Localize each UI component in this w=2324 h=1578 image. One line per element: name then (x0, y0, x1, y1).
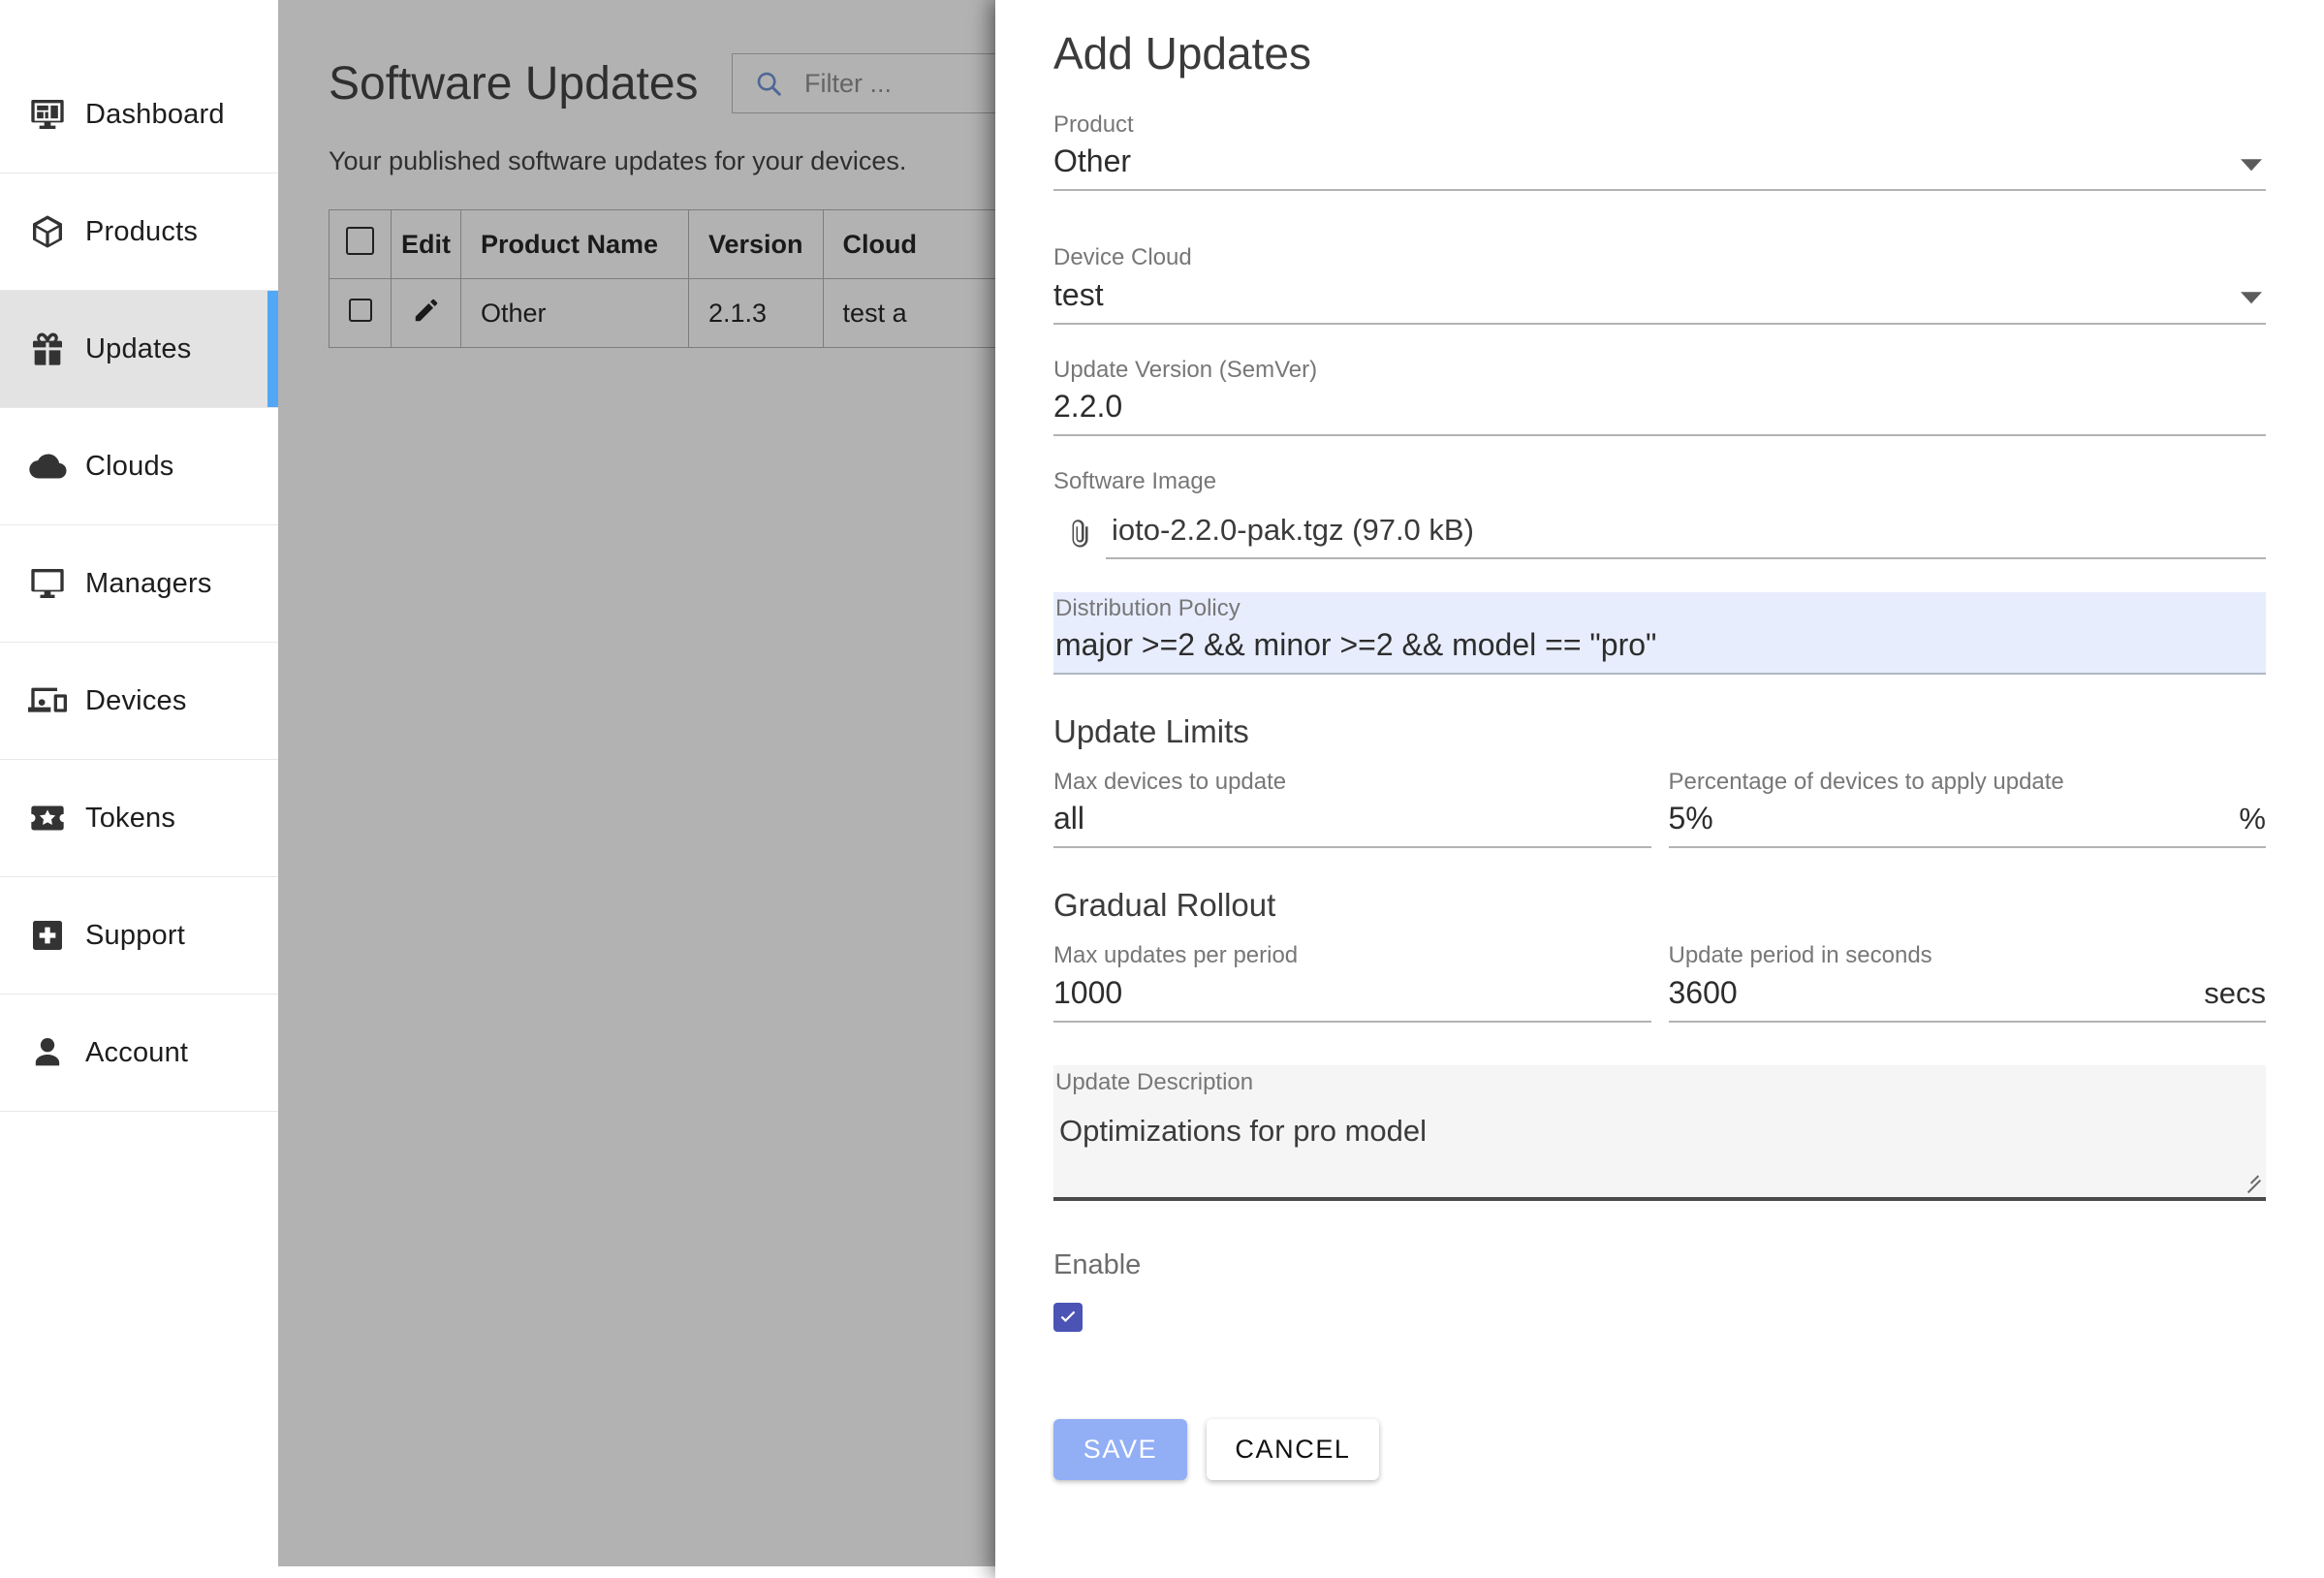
update-period-input[interactable]: 3600 secs (1668, 969, 2266, 1023)
save-button[interactable]: SAVE (1053, 1418, 1187, 1480)
modal-title: Add Updates (1053, 28, 1311, 79)
software-image-label: Software Image (1053, 468, 1217, 495)
max-updates-label: Max updates per period (1053, 942, 1299, 969)
sidebar-item-tokens[interactable]: Tokens (0, 760, 278, 877)
max-devices-label: Max devices to update (1053, 768, 1287, 795)
gift-icon (19, 326, 76, 372)
sidebar-item-label: Updates (85, 332, 192, 364)
distribution-policy-input[interactable]: major >=2 && minor >=2 && model == "pro" (1053, 620, 2266, 675)
enable-checkbox[interactable] (1053, 1302, 1083, 1332)
sidebar-item-dashboard[interactable]: Dashboard (0, 56, 278, 174)
product-label: Product (1053, 111, 1134, 138)
sidebar-item-support[interactable]: Support (0, 877, 278, 994)
device-cloud-select[interactable]: Device Cloud test (1053, 244, 2266, 325)
product-select[interactable]: Product Other (1053, 111, 2266, 192)
sidebar-item-label: Managers (85, 567, 212, 599)
device-cloud-label: Device Cloud (1053, 244, 1192, 271)
ticket-star-icon (19, 795, 76, 841)
devices-icon (19, 678, 76, 724)
sidebar-item-label: Devices (85, 684, 187, 716)
update-limits-heading: Update Limits (1053, 712, 1249, 749)
software-image-row[interactable]: ioto-2.2.0-pak.tgz (97.0 kB) (1053, 507, 2266, 559)
update-description-textarea[interactable]: Optimizations for pro model (1053, 1095, 2266, 1201)
sidebar-item-label: Clouds (85, 450, 174, 482)
percentage-label: Percentage of devices to apply update (1668, 768, 2064, 795)
update-version-input[interactable]: 2.2.0 (1053, 383, 2266, 437)
add-updates-modal: Add Updates Product Other Device Cloud t… (995, 0, 2324, 1578)
product-value[interactable]: Other (1053, 138, 2266, 192)
check-icon (1060, 1310, 1076, 1322)
sidebar-item-label: Support (85, 919, 185, 951)
sidebar-top-spacer (0, 0, 278, 56)
sidebar-item-devices[interactable]: Devices (0, 643, 278, 760)
sidebar: Dashboard Products Updates Clouds Manage (0, 0, 278, 1578)
sidebar-item-label: Account (85, 1036, 189, 1068)
max-devices-input[interactable]: all (1053, 795, 1651, 849)
update-period-label: Update period in seconds (1668, 942, 1932, 969)
resize-handle[interactable] (2245, 1174, 2262, 1191)
update-description-label: Update Description (1053, 1064, 2266, 1096)
modal-actions: SAVE CANCEL (1053, 1418, 2266, 1480)
update-version-label: Update Version (SemVer) (1053, 356, 1318, 383)
software-image-field: Software Image ioto-2.2.0-pak.tgz (97.0 … (1053, 468, 2266, 559)
percentage-suffix: % (2239, 802, 2266, 836)
chevron-down-icon[interactable] (2241, 292, 2262, 304)
gradual-rollout-heading: Gradual Rollout (1053, 887, 1276, 924)
sidebar-item-clouds[interactable]: Clouds (0, 408, 278, 525)
percentage-field[interactable]: Percentage of devices to apply update 5%… (1668, 768, 2266, 849)
app-window: Software Updates Filter ... Your publish… (0, 0, 2324, 1578)
monitor-icon (19, 560, 76, 607)
update-period-field[interactable]: Update period in seconds 3600 secs (1668, 942, 2266, 1023)
sidebar-item-label: Products (85, 215, 199, 247)
enable-label: Enable (1053, 1248, 1142, 1280)
sidebar-item-account[interactable]: Account (0, 994, 278, 1112)
percentage-input[interactable]: 5%% (1668, 795, 2266, 849)
distribution-policy-label: Distribution Policy (1055, 594, 1241, 621)
sidebar-item-label: Dashboard (85, 98, 225, 130)
paperclip-icon[interactable] (1053, 519, 1106, 559)
update-description-field: Update Description Optimizations for pro… (1053, 1064, 2266, 1201)
enable-field: Enable (1053, 1249, 2266, 1332)
max-devices-field[interactable]: Max devices to update all (1053, 768, 1651, 849)
software-image-filename[interactable]: ioto-2.2.0-pak.tgz (97.0 kB) (1106, 507, 2266, 559)
max-updates-field[interactable]: Max updates per period 1000 (1053, 942, 1651, 1023)
cloud-icon (19, 443, 76, 489)
sidebar-item-label: Tokens (85, 802, 176, 834)
sidebar-item-updates[interactable]: Updates (0, 291, 278, 408)
sidebar-item-managers[interactable]: Managers (0, 525, 278, 643)
cube-icon (19, 208, 76, 255)
update-period-suffix: secs (2204, 975, 2266, 1010)
update-limits-row: Max devices to update all Percentage of … (1053, 768, 2266, 849)
update-version-field[interactable]: Update Version (SemVer) 2.2.0 (1053, 356, 2266, 437)
chevron-down-icon[interactable] (2241, 159, 2262, 172)
person-icon (19, 1029, 76, 1076)
device-cloud-value[interactable]: test (1053, 271, 2266, 325)
cancel-button[interactable]: CANCEL (1207, 1418, 1379, 1480)
distribution-policy-field[interactable]: Distribution Policy major >=2 && minor >… (1053, 591, 2266, 675)
medical-plus-icon (19, 912, 76, 959)
sidebar-item-products[interactable]: Products (0, 174, 278, 291)
dashboard-icon (19, 91, 76, 138)
max-updates-input[interactable]: 1000 (1053, 969, 1651, 1023)
gradual-rollout-row: Max updates per period 1000 Update perio… (1053, 942, 2266, 1023)
